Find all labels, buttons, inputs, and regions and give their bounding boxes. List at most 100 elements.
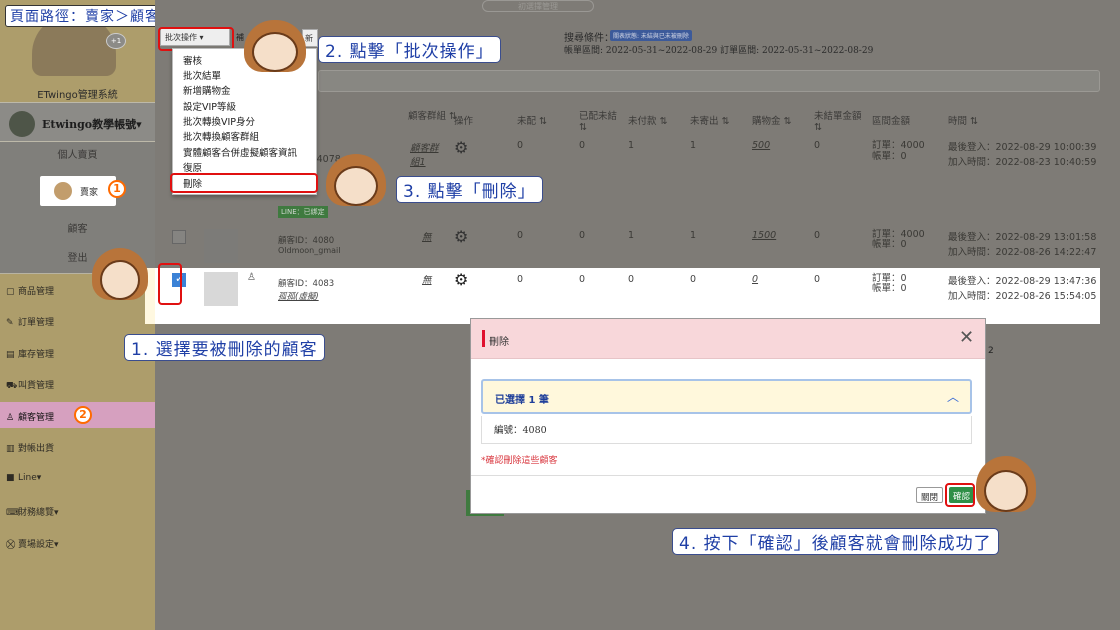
callout-step-3: 3. 點擊「刪除」 (396, 176, 543, 203)
header-unmatched[interactable]: 未配 ⇅ (517, 113, 547, 127)
callout-step-1: 1. 選擇要被刪除的顧客 (124, 334, 325, 361)
row3-unpaid: 0 (628, 274, 635, 285)
row1-unsettled: 0 (814, 140, 821, 151)
header-matched[interactable]: 已配未結 ⇅ (579, 108, 619, 133)
filter-label: 搜尋條件： (564, 33, 614, 44)
row3-sub[interactable]: 孤孤(虛擬) (278, 290, 319, 302)
header-credit[interactable]: 購物金 ⇅ (752, 113, 791, 127)
menu-convert-vip[interactable]: 批次轉換VIP身分 (183, 114, 255, 128)
modal-accent-bar (482, 330, 485, 347)
menu-restore[interactable]: 復原 (183, 160, 202, 174)
header-amount: 區間金額 (872, 116, 911, 127)
header-unsettled[interactable]: 未結單金額 ⇅ (814, 108, 864, 133)
submenu-seller[interactable]: 賣家 (40, 176, 116, 206)
row1-unmatched: 0 (517, 140, 524, 151)
nav-line[interactable]: ■ Line▾ (6, 473, 41, 483)
person-icon: ♙ (247, 272, 256, 283)
modal-title: 刪除 (489, 337, 509, 348)
top-hidden-button[interactable]: 初選擇管理 (482, 0, 594, 12)
row3-unsent: 0 (690, 274, 697, 285)
menu-review[interactable]: 審核 (183, 53, 202, 67)
callout-step-2: 2. 點擊「批次操作」 (318, 36, 501, 63)
menu-set-vip[interactable]: 設定VIP等級 (183, 99, 236, 113)
delete-modal: 刪除 ✕ 已選擇 1 筆 ︿ 編號：4080 *確認刪除這些顧客 關閉 確認 (470, 318, 986, 514)
row2-avatar (204, 229, 238, 263)
chevron-up-icon[interactable]: ︿ (947, 388, 959, 405)
account-name: Etwingo教學帳號▾ (42, 118, 142, 131)
line-icon: ■ (6, 473, 15, 483)
menu-add-credit[interactable]: 新增購物金 (183, 83, 231, 97)
row1-settings-icon[interactable]: ⚙ (454, 138, 468, 157)
confirm-warning: *確認刪除這些顧客 (481, 456, 558, 466)
seller-avatar (54, 182, 72, 200)
search-input[interactable] (318, 70, 1100, 92)
nav-orders[interactable]: ✎ 訂單管理 (6, 315, 54, 328)
row3-time: 最後登入：2022-08-29 13:47:36 加入時間：2022-08-26… (948, 276, 1097, 302)
row3-id: 顧客ID：4083 (278, 279, 335, 289)
row3-unmatched: 0 (517, 274, 524, 285)
submenu-personal-page[interactable]: 個人賣頁 (0, 146, 155, 161)
row2-group[interactable]: 無 (422, 229, 432, 243)
menu-batch-close[interactable]: 批次結單 (183, 68, 221, 82)
row1-unpaid: 1 (628, 140, 635, 151)
row2-checkbox[interactable] (172, 230, 186, 244)
row2-matched: 0 (579, 230, 586, 241)
row3-group[interactable]: 無 (422, 272, 432, 286)
truck-icon: ⛟ (6, 381, 18, 391)
toolbar-partial-button-1[interactable]: 補 (236, 32, 244, 43)
row1-credit[interactable]: 500 (752, 140, 770, 151)
brand-name: ETwingo管理系統 (37, 90, 118, 101)
selected-accordion[interactable]: 已選擇 1 筆 ︿ (481, 379, 972, 414)
row2-unsent: 1 (690, 230, 697, 241)
nav-customers[interactable]: ♙ 顧客管理 (6, 410, 54, 423)
background-fragment: 2 (988, 346, 994, 356)
modal-divider (471, 475, 985, 476)
nav-purchase[interactable]: ⛟叫貨管理 (6, 378, 54, 392)
sidebar: +1 ETwingo管理系統 Etwingo教學帳號▾ 個人賣頁 顧客 登出 賣… (0, 0, 160, 630)
row1-line-tag: LINE：已綁定 (278, 206, 328, 218)
row2-credit[interactable]: 1500 (752, 230, 776, 241)
row3-credit[interactable]: 0 (752, 274, 758, 285)
row2-unpaid: 1 (628, 230, 635, 241)
row2-unmatched: 0 (517, 230, 524, 241)
menu-merge-virtual[interactable]: 實體顧客合併虛擬顧客資訊 (183, 145, 297, 159)
account-switcher[interactable]: Etwingo教學帳號▾ (0, 102, 155, 142)
mascot-step-1 (92, 248, 148, 306)
close-icon[interactable]: ✕ (959, 327, 974, 348)
header-unsent[interactable]: 未寄出 ⇅ (690, 113, 729, 127)
menu-convert-group[interactable]: 批次轉換顧客群組 (183, 129, 259, 143)
mascot-step-3 (326, 154, 386, 212)
selected-count: 已選擇 1 筆 (495, 395, 549, 406)
row3-settings-icon[interactable]: ⚙ (454, 270, 468, 289)
mascot-step-2 (244, 20, 306, 78)
row2-id: 顧客ID：4080 (278, 236, 335, 246)
row2-settings-icon[interactable]: ⚙ (454, 227, 468, 246)
row1-time: 最後登入：2022-08-29 10:00:39 加入時間：2022-08-23… (948, 142, 1097, 168)
row1-group-link[interactable]: 顧客群組1 (410, 140, 444, 168)
account-avatar (9, 111, 35, 137)
edit-icon: ✎ (6, 318, 14, 328)
header-group[interactable]: 顧客群組 ⇅ (408, 108, 457, 122)
submenu-customer[interactable]: 顧客 (0, 220, 155, 235)
nav-finance[interactable]: ⌨財務總覽▾ (6, 505, 59, 518)
inventory-icon: ▤ (6, 350, 15, 360)
nav-reconcile[interactable]: ▥ 對帳出貨 (6, 441, 54, 454)
nav-store-settings[interactable]: ⛒ 賣場設定▾ (6, 537, 59, 550)
highlight-checkbox (158, 263, 182, 305)
person-icon: ♙ (6, 413, 15, 423)
selected-item: 編號：4080 (494, 425, 547, 436)
nav-inventory[interactable]: ▤ 庫存管理 (6, 347, 54, 360)
row2-time: 最後登入：2022-08-29 13:01:58 加入時間：2022-08-26… (948, 232, 1097, 258)
row1-matched: 0 (579, 140, 586, 151)
close-button[interactable]: 關閉 (916, 487, 944, 503)
header-unpaid[interactable]: 未付款 ⇅ (628, 113, 667, 127)
nav-product[interactable]: ▢ 商品管理 (6, 284, 54, 297)
selected-list: 編號：4080 (481, 416, 972, 444)
cart-icon: ⛒ (6, 540, 16, 550)
box-icon: ▢ (6, 287, 15, 297)
seller-label: 賣家 (80, 188, 99, 198)
mascot-step-4 (976, 456, 1036, 520)
highlight-confirm-button (945, 483, 975, 507)
header-time[interactable]: 時間 ⇅ (948, 113, 978, 127)
chart-icon: ▥ (6, 444, 15, 454)
